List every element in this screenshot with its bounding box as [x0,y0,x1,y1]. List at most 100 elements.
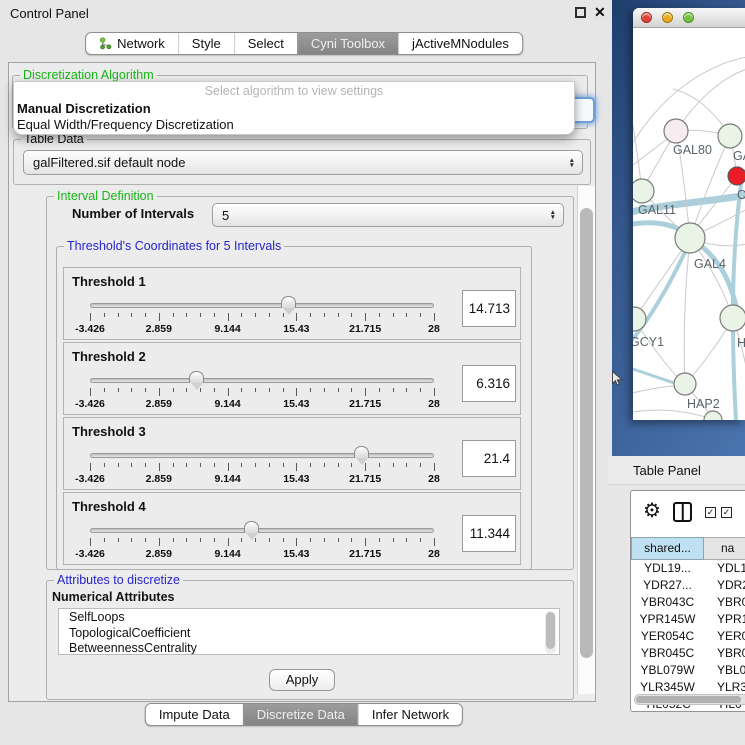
tab-discretize-data-label: Discretize Data [257,707,345,722]
node-hap2[interactable] [674,373,696,395]
table-panel-title: Table Panel [633,463,701,478]
network-canvas[interactable]: GAL80 GA C GAL11 GAL4 GCY1 H HAP2 [633,29,745,420]
table-data-combobox[interactable]: galFiltered.sif default node ▲▼ [23,150,583,175]
table-row[interactable]: YBL079WYBL0 [631,662,745,679]
threshold-value-field[interactable]: 14.713 [462,290,516,327]
threshold-slider[interactable]: -3.4262.8599.14415.4321.71528 [90,523,434,565]
list-item[interactable]: BetweennessCentrality [69,641,559,655]
control-panel: Control Panel ✕ Network Style Select Cyn… [0,0,608,745]
list-item[interactable]: SelfLoops [69,610,559,626]
slider-track[interactable] [90,303,434,308]
numerical-attributes-list[interactable]: SelfLoops TopologicalCoefficient Between… [58,608,560,655]
tab-select-label: Select [248,36,284,51]
node-label: GAL80 [673,143,712,157]
group-title: Interval Definition [54,189,157,203]
slider-track[interactable] [90,378,434,383]
slider-ticks [90,388,434,397]
threshold-label: Threshold 3 [72,424,146,439]
tab-select[interactable]: Select [234,33,297,54]
node-pink[interactable] [664,119,688,143]
tab-network[interactable]: Network [86,33,178,54]
column-header-shared-name[interactable]: shared... [631,537,704,560]
slider-track[interactable] [90,453,434,458]
window-minimize-icon[interactable] [662,12,673,23]
threshold-value-field[interactable]: 21.4 [462,440,516,477]
checkbox-icon[interactable]: ✓ [705,507,716,518]
numerical-attributes-label: Numerical Attributes [52,590,174,604]
tick-label: -3.426 [75,473,105,485]
scrollbar-thumb[interactable] [580,208,593,658]
node-label: H [737,336,745,350]
dropdown-option-equal-width[interactable]: Equal Width/Frequency Discretization [17,117,234,132]
thresholds-group: Threshold's Coordinates for 5 Intervals … [56,246,532,570]
float-window-icon[interactable] [575,7,586,18]
slider-thumb[interactable] [281,296,296,308]
slider-thumb[interactable] [189,371,204,383]
node-gal4[interactable] [675,223,705,253]
tab-infer-network[interactable]: Infer Network [358,704,462,725]
threshold-slider[interactable]: -3.4262.8599.14415.4321.71528 [90,373,434,415]
table-row[interactable]: YER054CYER0 [631,628,745,645]
tab-cyni-toolbox[interactable]: Cyni Toolbox [297,33,398,54]
tick-label: -3.426 [75,548,105,560]
list-scrollbar[interactable] [545,611,556,654]
panel-scrollbar[interactable] [577,186,595,694]
tick-label: 2.859 [146,398,172,410]
control-panel-tabs: Network Style Select Cyni Toolbox jActiv… [85,32,523,55]
slider-thumb[interactable] [244,521,259,533]
panel-title: Control Panel [10,6,89,21]
table-row[interactable]: YDL19...YDL1 [631,560,745,577]
node-label: HAP2 [687,397,720,411]
gear-icon[interactable]: ⚙ [643,498,661,523]
table-row[interactable]: YBR045CYBR0 [631,645,745,662]
threshold-4-panel: Threshold 4 -3.4262.8599.14415.4321.7152… [63,492,521,565]
slider-ticks [90,313,434,322]
table-row[interactable]: YPR145WYPR1 [631,611,745,628]
tick-label: 21.715 [349,548,381,560]
split-columns-icon[interactable] [673,502,692,522]
node[interactable] [718,124,742,148]
slider-thumb[interactable] [354,446,369,458]
tab-discretize-data[interactable]: Discretize Data [243,704,358,725]
network-window[interactable]: GAL80 GA C GAL11 GAL4 GCY1 H HAP2 [633,8,745,420]
column-header-name[interactable]: na [704,537,745,560]
tab-infer-network-label: Infer Network [372,707,449,722]
network-window-titlebar[interactable] [633,8,745,28]
node-gal11[interactable] [633,179,654,203]
close-icon[interactable]: ✕ [594,4,606,21]
tick-label: -3.426 [75,398,105,410]
list-item[interactable]: TopologicalCoefficient [69,626,559,642]
node-red-selected[interactable] [728,167,745,185]
threshold-value-field[interactable]: 11.344 [462,515,516,552]
table-row[interactable]: YBR043CYBR0 [631,594,745,611]
window-zoom-icon[interactable] [683,12,694,23]
table-row[interactable]: YDR27...YDR2 [631,577,745,594]
threshold-slider[interactable]: -3.4262.8599.14415.4321.71528 [90,298,434,340]
group-title: Discretization Algorithm [20,68,157,82]
tick-label: 15.43 [283,548,309,560]
tick-label: 28 [428,323,440,335]
slider-track[interactable] [90,528,434,533]
horizontal-scrollbar[interactable] [634,694,745,705]
tab-impute-data[interactable]: Impute Data [146,704,243,725]
tab-jactivemnodules[interactable]: jActiveMNodules [398,33,522,54]
dropdown-option-manual[interactable]: Manual Discretization [17,101,151,116]
tab-style[interactable]: Style [178,33,234,54]
stepper-arrows-icon: ▲▼ [569,158,575,168]
tab-style-label: Style [192,36,221,51]
scrollbar-thumb[interactable] [636,696,741,703]
window-close-icon[interactable] [641,12,652,23]
node-label: GCY1 [633,335,664,349]
apply-button[interactable]: Apply [269,669,335,691]
tick-label: 28 [428,548,440,560]
node[interactable] [720,305,745,331]
table-header-row: shared... na [631,537,745,560]
number-of-intervals-combobox[interactable]: 5 ▲▼ [212,203,564,227]
threshold-label: Threshold 4 [72,499,146,514]
tick-label: 15.43 [283,473,309,485]
checkbox-icon[interactable]: ✓ [721,507,732,518]
threshold-slider[interactable]: -3.4262.8599.14415.4321.71528 [90,448,434,490]
node[interactable] [704,411,722,420]
threshold-1-panel: Threshold 1 -3.4262.8599.14415.4321.7152… [63,267,521,340]
threshold-value-field[interactable]: 6.316 [462,365,516,402]
